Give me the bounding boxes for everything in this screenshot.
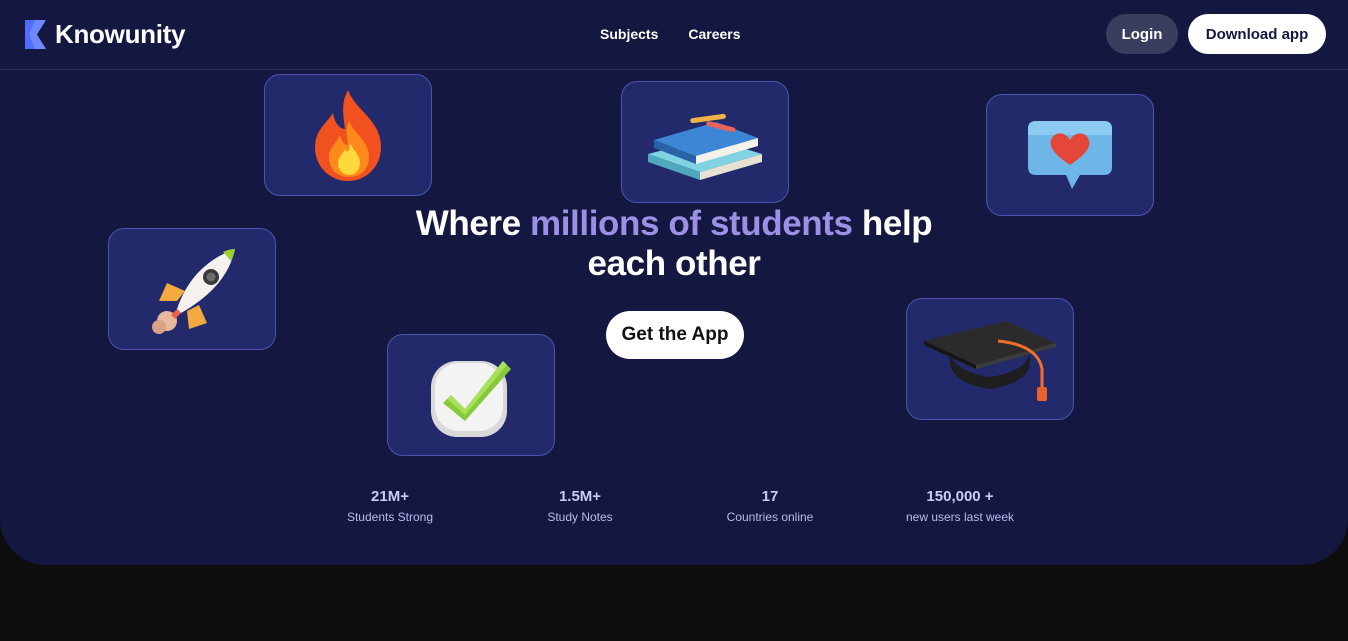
nav-link-careers[interactable]: Careers [688,26,740,42]
stat-label: Countries online [726,510,814,524]
tile-graduation-cap [906,298,1074,420]
stat-countries: 17 Countries online [685,488,855,524]
tile-heart-chat [986,94,1154,216]
fire-icon [315,90,381,181]
stat-value: 150,000 + [926,488,994,505]
stat-study-notes: 1.5M+ Study Notes [495,488,665,524]
tile-checkmark [387,334,555,456]
top-navbar: Knowunity Subjects Careers Login Downloa… [0,0,1348,70]
hero-section: Knowunity Subjects Careers Login Downloa… [0,0,1348,565]
brand-logo[interactable]: Knowunity [25,19,185,50]
headline-lead: Where [415,204,531,243]
rocket-icon [152,249,235,334]
login-button[interactable]: Login [1106,14,1178,54]
graduation-cap-icon [924,321,1056,401]
stat-label: Study Notes [547,510,613,524]
tile-rocket [108,228,276,350]
hero-headline: Where millions of students help each oth… [374,204,974,284]
download-app-button[interactable]: Download app [1188,14,1326,54]
knowunity-logo-icon [25,20,46,49]
tile-fire [264,74,432,196]
stat-label: Students Strong [346,510,434,524]
nav-links: Subjects Careers [600,26,741,42]
nav-link-subjects[interactable]: Subjects [600,26,658,42]
tile-books [621,81,789,203]
stat-value: 17 [761,488,779,505]
stat-value: 21M+ [371,488,409,505]
stat-new-users: 150,000 + new users last week [875,488,1045,524]
headline-accent: millions of students [530,204,853,243]
heart-chat-icon [1028,121,1112,189]
books-icon [648,113,762,180]
stat-label: new users last week [905,510,1015,524]
stat-students: 21M+ Students Strong [305,488,475,524]
stat-value: 1.5M+ [558,488,602,505]
checkmark-icon [431,361,511,437]
get-the-app-button[interactable]: Get the App [606,311,744,359]
brand-name: Knowunity [55,19,186,49]
